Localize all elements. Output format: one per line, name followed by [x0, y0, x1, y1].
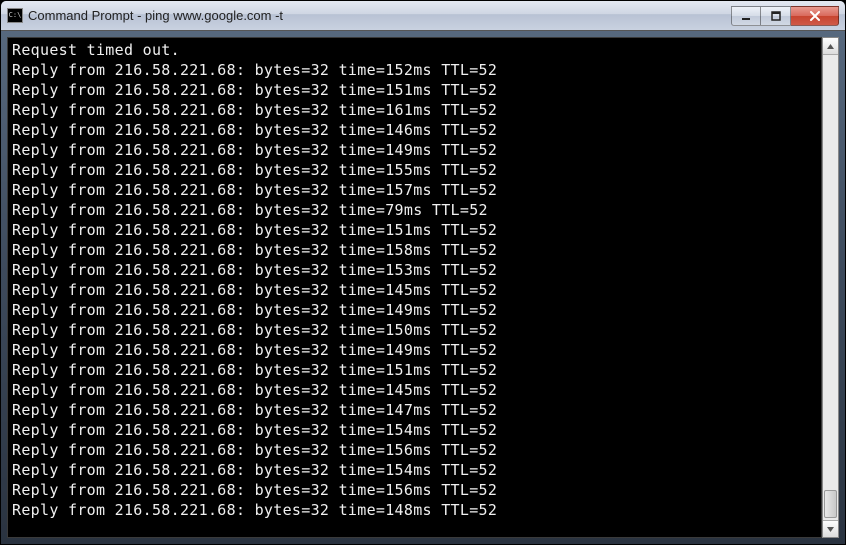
client-area: Request timed out.Reply from 216.58.221.…: [1, 31, 845, 544]
scroll-thumb[interactable]: [824, 490, 837, 518]
console-line-reply: Reply from 216.58.221.68: bytes=32 time=…: [12, 200, 817, 220]
console-line-reply: Reply from 216.58.221.68: bytes=32 time=…: [12, 120, 817, 140]
console-line-reply: Reply from 216.58.221.68: bytes=32 time=…: [12, 60, 817, 80]
vertical-scrollbar[interactable]: [822, 37, 839, 538]
console-line-reply: Reply from 216.58.221.68: bytes=32 time=…: [12, 160, 817, 180]
console-line-reply: Reply from 216.58.221.68: bytes=32 time=…: [12, 240, 817, 260]
window-controls: [731, 6, 839, 26]
console-line-reply: Reply from 216.58.221.68: bytes=32 time=…: [12, 320, 817, 340]
console-line-reply: Reply from 216.58.221.68: bytes=32 time=…: [12, 80, 817, 100]
console-line-reply: Reply from 216.58.221.68: bytes=32 time=…: [12, 100, 817, 120]
minimize-button[interactable]: [731, 6, 761, 26]
console-line-reply: Reply from 216.58.221.68: bytes=32 time=…: [12, 220, 817, 240]
command-prompt-window: C:\ Command Prompt - ping www.google.com…: [0, 0, 846, 545]
window-title: Command Prompt - ping www.google.com -t: [28, 8, 731, 23]
console-line-reply: Reply from 216.58.221.68: bytes=32 time=…: [12, 280, 817, 300]
console-line-reply: Reply from 216.58.221.68: bytes=32 time=…: [12, 360, 817, 380]
cmd-icon: C:\: [7, 8, 23, 23]
console-line-reply: Reply from 216.58.221.68: bytes=32 time=…: [12, 340, 817, 360]
console-line-reply: Reply from 216.58.221.68: bytes=32 time=…: [12, 180, 817, 200]
scroll-track[interactable]: [823, 55, 838, 520]
titlebar[interactable]: C:\ Command Prompt - ping www.google.com…: [1, 1, 845, 31]
close-button[interactable]: [791, 6, 839, 26]
console-line-reply: Reply from 216.58.221.68: bytes=32 time=…: [12, 300, 817, 320]
console-line-reply: Reply from 216.58.221.68: bytes=32 time=…: [12, 380, 817, 400]
console-line-reply: Reply from 216.58.221.68: bytes=32 time=…: [12, 420, 817, 440]
scroll-down-button[interactable]: [823, 520, 838, 537]
console-line-reply: Reply from 216.58.221.68: bytes=32 time=…: [12, 480, 817, 500]
console-output[interactable]: Request timed out.Reply from 216.58.221.…: [7, 37, 822, 538]
console-line-reply: Reply from 216.58.221.68: bytes=32 time=…: [12, 500, 817, 520]
console-line-reply: Reply from 216.58.221.68: bytes=32 time=…: [12, 440, 817, 460]
scroll-up-button[interactable]: [823, 38, 838, 55]
console-line-timeout: Request timed out.: [12, 40, 817, 60]
console-line-reply: Reply from 216.58.221.68: bytes=32 time=…: [12, 400, 817, 420]
console-line-reply: Reply from 216.58.221.68: bytes=32 time=…: [12, 260, 817, 280]
console-line-reply: Reply from 216.58.221.68: bytes=32 time=…: [12, 140, 817, 160]
console-line-reply: Reply from 216.58.221.68: bytes=32 time=…: [12, 460, 817, 480]
maximize-button[interactable]: [761, 6, 791, 26]
